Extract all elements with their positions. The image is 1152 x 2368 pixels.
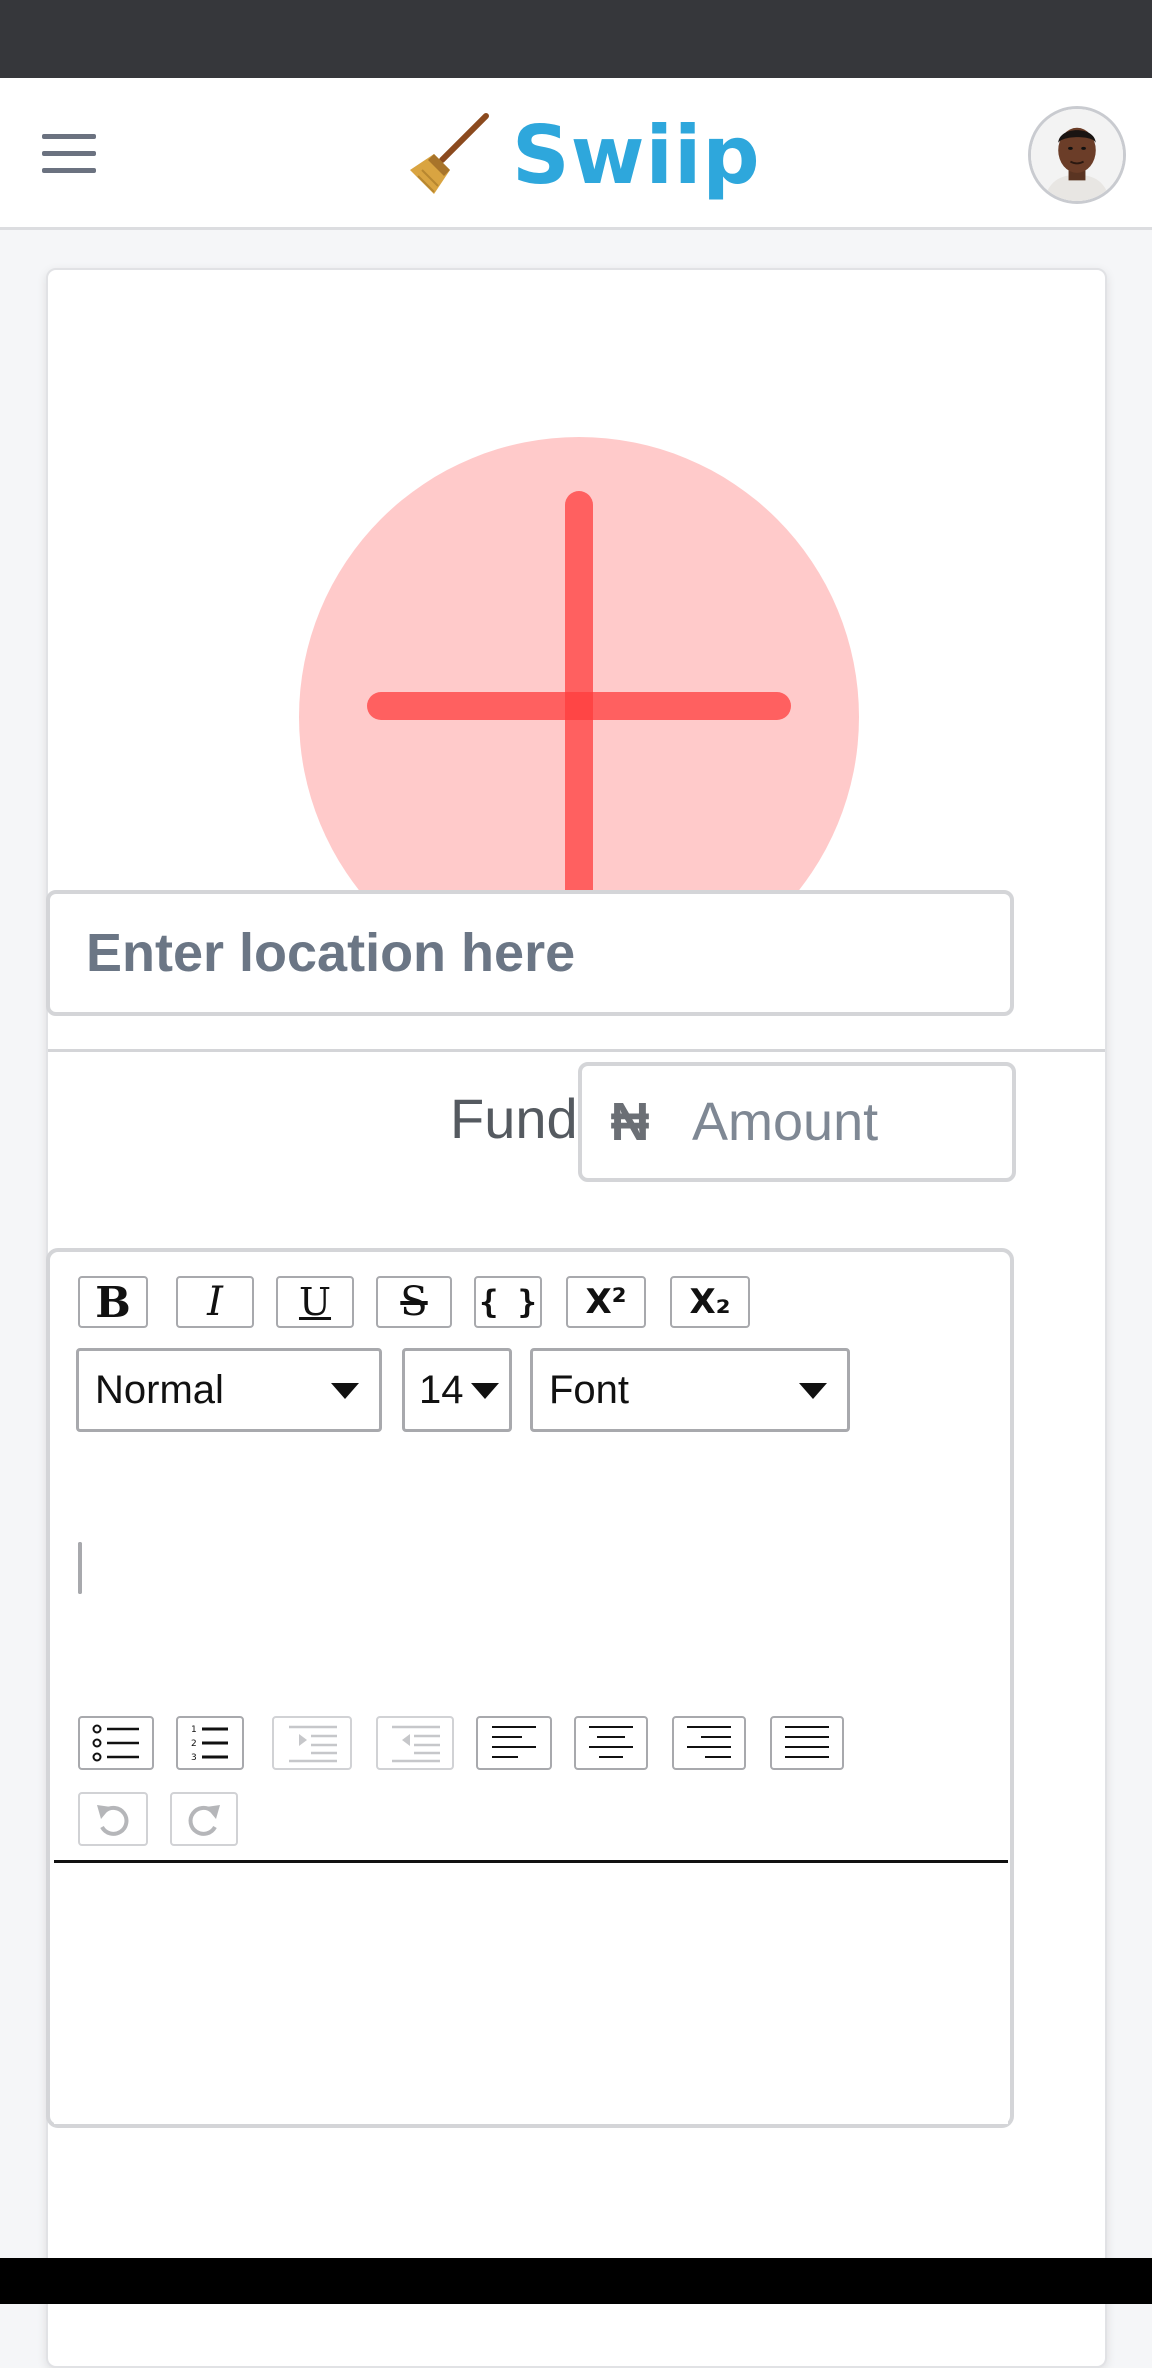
size-select-value: 14	[419, 1367, 464, 1412]
editor-toolbar-divider	[54, 1860, 1008, 1863]
italic-icon: I	[207, 1279, 223, 1325]
svg-text:1: 1	[191, 1725, 197, 1735]
rich-text-editor: B I U S { } X² X₂ Normal 14 Font 1 2 3	[46, 1248, 1014, 2128]
chevron-down-icon	[331, 1383, 359, 1399]
subscript-icon: X₂	[689, 1282, 731, 1322]
user-avatar-image	[1031, 109, 1123, 201]
outdent-button[interactable]	[376, 1716, 454, 1770]
align-center-icon	[589, 1726, 633, 1758]
amount-field[interactable]: ₦	[578, 1062, 1016, 1182]
chevron-down-icon	[799, 1383, 827, 1399]
align-left-button[interactable]	[476, 1716, 552, 1770]
subscript-button[interactable]: X₂	[670, 1276, 750, 1328]
italic-button[interactable]: I	[176, 1276, 254, 1328]
font-select[interactable]: Font	[530, 1348, 850, 1432]
bold-button[interactable]: B	[78, 1276, 148, 1328]
undo-button[interactable]	[78, 1792, 148, 1846]
spacer	[76, 1614, 92, 1615]
undo-icon	[97, 1805, 129, 1836]
plus-icon-vertical	[565, 491, 593, 915]
redo-button[interactable]	[170, 1792, 238, 1846]
numbered-list-button[interactable]: 1 2 3	[176, 1716, 244, 1770]
bullet-list-icon	[92, 1724, 139, 1762]
strikethrough-button[interactable]: S	[376, 1276, 452, 1328]
bold-icon: B	[95, 1277, 131, 1327]
heading-select[interactable]: Normal	[76, 1348, 382, 1432]
indent-button[interactable]	[272, 1716, 352, 1770]
svg-text:2: 2	[191, 1739, 197, 1749]
underline-button[interactable]: U	[276, 1276, 354, 1328]
indent-icon	[289, 1725, 337, 1763]
hamburger-menu-icon[interactable]	[42, 134, 96, 174]
strikethrough-icon: S	[400, 1279, 428, 1325]
underline-icon: U	[298, 1280, 332, 1324]
font-select-value: Font	[549, 1367, 630, 1412]
bullet-list-button[interactable]	[78, 1716, 154, 1770]
fund-label: Fund:	[450, 1087, 594, 1150]
naira-currency-icon: ₦	[610, 1092, 650, 1152]
align-justify-icon	[785, 1726, 829, 1758]
status-bar	[0, 0, 1152, 78]
heading-select-value: Normal	[95, 1367, 224, 1412]
outdent-icon	[392, 1725, 440, 1763]
avatar[interactable]	[1028, 106, 1126, 204]
align-right-button[interactable]	[672, 1716, 746, 1770]
bold-button[interactable]	[78, 1542, 82, 1594]
align-left-icon	[492, 1726, 536, 1758]
editor-content-area[interactable]	[54, 1866, 1008, 2124]
system-navigation-bar	[0, 2258, 1152, 2304]
align-center-button[interactable]	[574, 1716, 648, 1770]
broom-icon	[410, 113, 489, 194]
numbered-list-icon: 1 2 3	[191, 1725, 228, 1763]
superscript-button[interactable]: X²	[566, 1276, 646, 1328]
align-justify-button[interactable]	[770, 1716, 844, 1770]
app-name: Swiip	[512, 108, 761, 202]
code-icon: { }	[479, 1283, 537, 1321]
amount-input[interactable]	[692, 1091, 992, 1153]
redo-icon	[188, 1805, 220, 1836]
chevron-down-icon	[471, 1383, 499, 1399]
location-input[interactable]	[46, 890, 1014, 1016]
superscript-icon: X²	[585, 1282, 627, 1322]
align-right-icon	[687, 1726, 731, 1758]
svg-text:3: 3	[191, 1753, 197, 1763]
code-button[interactable]: { }	[474, 1276, 542, 1328]
size-select[interactable]: 14	[402, 1348, 512, 1432]
app-header: Swiip	[0, 78, 1152, 230]
brand-logo[interactable]: Swiip	[404, 100, 761, 210]
